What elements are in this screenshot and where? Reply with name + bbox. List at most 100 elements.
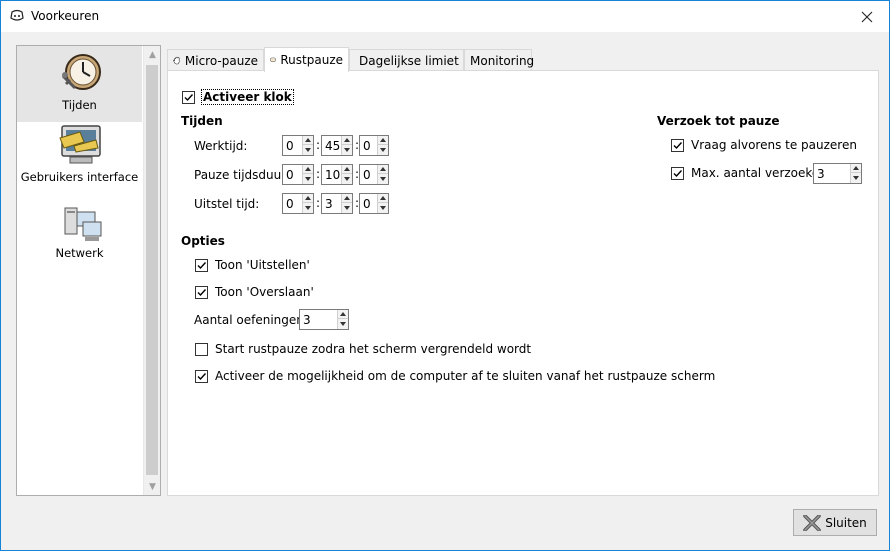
sidebar-item-tijden[interactable]: Tijden: [17, 46, 142, 122]
spin-down-arrow[interactable]: [342, 145, 352, 154]
category-sidebar[interactable]: Tijden Gebruikers interface Netwerk ▲ ▼: [16, 45, 161, 496]
spin-down-arrow[interactable]: [378, 174, 388, 183]
checkbox-box[interactable]: [195, 342, 208, 356]
spin-up-arrow[interactable]: [378, 194, 388, 203]
time-separator: :: [316, 167, 321, 181]
pauze-seconds-spinner[interactable]: 0: [359, 164, 389, 185]
max-requests-checkbox[interactable]: Max. aantal verzoeken:: [671, 166, 831, 180]
spin-up-arrow[interactable]: [303, 136, 313, 145]
options-heading: Opties: [181, 234, 225, 248]
spin-up-arrow[interactable]: [342, 136, 352, 145]
close-icon: [861, 11, 872, 22]
pauze-hours-spinner[interactable]: 0: [282, 164, 314, 185]
checkbox-label: Activeer de mogelijkheid om de computer …: [215, 369, 716, 383]
tab-monitoring[interactable]: Monitoring: [464, 49, 534, 71]
checkbox-label: Toon 'Uitstellen': [215, 258, 310, 272]
show-skip-checkbox[interactable]: Toon 'Overslaan': [195, 285, 314, 299]
checkbox-label: Toon 'Overslaan': [215, 285, 314, 299]
clock-icon: [61, 54, 101, 90]
preferences-window: Voorkeuren Tijden Gebruikers interface N…: [0, 0, 890, 551]
spin-down-arrow[interactable]: [342, 203, 352, 212]
spin-up-arrow[interactable]: [851, 164, 861, 173]
activate-clock-checkbox[interactable]: Activeer klok: [182, 89, 294, 105]
spin-up-arrow[interactable]: [378, 165, 388, 174]
hand-icon: [173, 56, 180, 65]
spin-down-arrow[interactable]: [342, 174, 352, 183]
app-icon: [9, 9, 25, 23]
button-label: Sluiten: [825, 515, 867, 530]
sidebar-item-label: Tijden: [62, 98, 97, 112]
rustpauze-panel: Activeer klok Tijden Werktijd: 0 : 45 : …: [167, 70, 879, 496]
shutdown-checkbox[interactable]: Activeer de mogelijkheid om de computer …: [195, 369, 715, 383]
cup-icon: [270, 57, 276, 63]
title-bar: Voorkeuren: [1, 1, 889, 32]
tab-rustpauze[interactable]: Rustpauze: [264, 47, 349, 72]
sidebar-item-label: Gebruikers interface: [20, 170, 139, 184]
spin-down-arrow[interactable]: [303, 145, 313, 154]
spin-down-arrow[interactable]: [378, 203, 388, 212]
start-on-lock-checkbox[interactable]: Start rustpauze zodra het scherm vergren…: [195, 342, 531, 356]
checkmark-icon: [197, 372, 207, 380]
times-heading: Tijden: [181, 114, 223, 128]
sidebar-scrollbar[interactable]: ▲ ▼: [143, 46, 160, 495]
uitstel-hours-spinner[interactable]: 0: [282, 193, 314, 214]
uitstel-tijd-label: Uitstel tijd:: [194, 197, 260, 211]
uitstel-seconds-spinner[interactable]: 0: [359, 193, 389, 214]
checkbox-box[interactable]: [671, 166, 684, 180]
checkbox-label: Start rustpauze zodra het scherm vergren…: [215, 342, 532, 356]
close-x-icon: [803, 514, 821, 531]
spin-up-arrow[interactable]: [303, 165, 313, 174]
exercises-spinner[interactable]: 3: [299, 309, 349, 330]
sidebar-item-gebruikers-interface[interactable]: Gebruikers interface: [17, 124, 142, 196]
tab-label: Rustpauze: [280, 53, 343, 67]
show-postpone-checkbox[interactable]: Toon 'Uitstellen': [195, 258, 310, 272]
checkbox-box[interactable]: [195, 369, 208, 383]
tab-dagelijkse-limiet[interactable]: Dagelijkse limiet: [349, 49, 464, 71]
tab-label: Dagelijkse limiet: [359, 53, 459, 68]
spin-up-arrow[interactable]: [338, 310, 348, 319]
window-close-button[interactable]: [844, 1, 889, 32]
checkbox-box[interactable]: [195, 285, 208, 299]
request-heading: Verzoek tot pauze: [657, 114, 780, 128]
spin-up-arrow[interactable]: [303, 194, 313, 203]
werktijd-label: Werktijd:: [194, 139, 248, 153]
spin-up-arrow[interactable]: [342, 194, 352, 203]
checkbox-box[interactable]: [671, 138, 684, 152]
scroll-up-arrow[interactable]: ▲: [144, 46, 161, 63]
exercises-label: Aantal oefeningen:: [194, 313, 308, 327]
sidebar-item-label: Netwerk: [55, 246, 104, 260]
checkmark-icon: [197, 261, 207, 269]
checkbox-label: Vraag alvorens te pauzeren: [691, 138, 857, 152]
ask-before-checkbox[interactable]: Vraag alvorens te pauzeren: [671, 138, 857, 152]
checkmark-icon: [184, 93, 194, 101]
pauze-tijdsduur-label: Pauze tijdsduur:: [194, 168, 290, 182]
uitstel-minutes-spinner[interactable]: 3: [321, 193, 353, 214]
spin-up-arrow[interactable]: [378, 136, 388, 145]
checkmark-icon: [673, 169, 683, 177]
sluiten-button[interactable]: Sluiten: [793, 509, 877, 536]
tab-micro-pauze[interactable]: Micro-pauze: [167, 49, 264, 71]
spin-down-arrow[interactable]: [303, 203, 313, 212]
scroll-thumb[interactable]: [146, 65, 158, 475]
scroll-down-arrow[interactable]: ▼: [144, 478, 161, 495]
time-separator: :: [316, 196, 321, 210]
checkbox-label: Max. aantal verzoeken:: [691, 166, 831, 180]
max-requests-spinner[interactable]: 3: [813, 163, 862, 184]
sidebar-item-netwerk[interactable]: Netwerk: [17, 200, 142, 272]
window-title: Voorkeuren: [31, 9, 100, 23]
werktijd-minutes-spinner[interactable]: 45: [321, 135, 353, 156]
pauze-minutes-spinner[interactable]: 10: [321, 164, 353, 185]
checkbox-label: Activeer klok: [201, 89, 294, 105]
werktijd-hours-spinner[interactable]: 0: [282, 135, 314, 156]
checkmark-icon: [197, 288, 207, 296]
time-separator: :: [316, 138, 321, 152]
spin-down-arrow[interactable]: [338, 319, 348, 328]
tab-label: Micro-pauze: [184, 53, 258, 68]
spin-down-arrow[interactable]: [378, 145, 388, 154]
checkbox-box[interactable]: [182, 90, 195, 104]
spin-down-arrow[interactable]: [303, 174, 313, 183]
werktijd-seconds-spinner[interactable]: 0: [359, 135, 389, 156]
spin-up-arrow[interactable]: [342, 165, 352, 174]
checkbox-box[interactable]: [195, 258, 208, 272]
spin-down-arrow[interactable]: [851, 173, 861, 182]
